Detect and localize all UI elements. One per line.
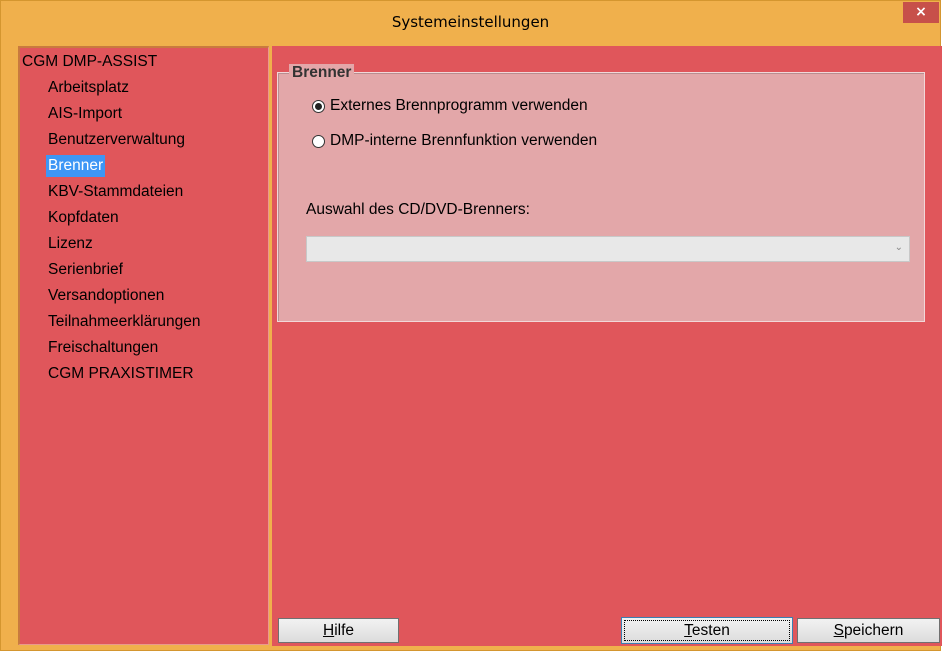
settings-window: Systemeinstellungen × CGM DMP-ASSIST Arb…: [0, 0, 942, 651]
burner-select-label: Auswahl des CD/DVD-Brenners:: [306, 201, 530, 218]
tree-item-cgm-praxistimer[interactable]: CGM PRAXISTIMER: [44, 363, 205, 389]
settings-tree[interactable]: CGM DMP-ASSIST Arbeitsplatz AIS-Import B…: [18, 46, 269, 645]
tree-item-label: Lizenz: [48, 235, 93, 252]
tree-item-label: Benutzerverwaltung: [48, 131, 185, 148]
tree-item-lizenz[interactable]: Lizenz: [44, 233, 205, 259]
tree-item-ais-import[interactable]: AIS-Import: [44, 103, 205, 129]
tree-item-label: Freischaltungen: [48, 339, 159, 356]
help-mnemonic: H: [322, 622, 335, 639]
radio-external-burner[interactable]: Externes Brennprogramm verwenden: [312, 97, 588, 115]
window-title: Systemeinstellungen: [391, 13, 550, 31]
focus-rectangle: [624, 620, 790, 641]
help-button[interactable]: Hilfe: [278, 618, 399, 643]
tree-item-label: Arbeitsplatz: [48, 79, 129, 96]
title-bar[interactable]: Systemeinstellungen ×: [1, 1, 940, 42]
radio-internal-burner[interactable]: DMP-interne Brennfunktion verwenden: [312, 132, 597, 150]
test-button[interactable]: Testen: [621, 617, 793, 644]
groupbox-legend: Brenner: [289, 64, 355, 82]
tree-item-kopfdaten[interactable]: Kopfdaten: [44, 207, 205, 233]
chevron-down-icon[interactable]: ⌄: [895, 242, 903, 253]
tree-item-label: CGM PRAXISTIMER: [48, 365, 194, 382]
tree-item-brenner[interactable]: Brenner: [44, 155, 205, 181]
tree-item-benutzerverwaltung[interactable]: Benutzerverwaltung: [44, 129, 205, 155]
tree-items: Arbeitsplatz AIS-Import Benutzerverwaltu…: [44, 77, 205, 389]
tree-item-label: Serienbrief: [48, 261, 123, 278]
radio-button-unchecked[interactable]: [312, 134, 325, 148]
tree-item-label: Teilnahmeerklärungen: [48, 313, 201, 330]
tree-item-label: Versandoptionen: [48, 287, 165, 304]
brenner-groupbox: Brenner Externes Brennprogramm verwenden…: [277, 64, 925, 322]
radio-label: Externes Brennprogramm verwenden: [330, 97, 588, 114]
tree-item-arbeitsplatz[interactable]: Arbeitsplatz: [44, 77, 205, 103]
tree-item-label: Brenner: [46, 155, 106, 177]
help-label: ilfe: [334, 622, 355, 639]
tree-item-label: Kopfdaten: [48, 209, 119, 226]
tree-item-label: AIS-Import: [48, 105, 123, 122]
tree-item-kbv-stammdateien[interactable]: KBV-Stammdateien: [44, 181, 205, 207]
tree-item-label: KBV-Stammdateien: [48, 183, 184, 200]
tree-root-item[interactable]: CGM DMP-ASSIST: [22, 53, 157, 71]
save-mnemonic: S: [833, 622, 844, 639]
burner-select-dropdown[interactable]: ⌄: [306, 236, 910, 262]
tree-item-teilnahmeerklaerungen[interactable]: Teilnahmeerklärungen: [44, 311, 205, 337]
save-label: peichern: [843, 622, 904, 639]
tree-item-versandoptionen[interactable]: Versandoptionen: [44, 285, 205, 311]
radio-label: DMP-interne Brennfunktion verwenden: [330, 132, 598, 149]
tree-item-serienbrief[interactable]: Serienbrief: [44, 259, 205, 285]
radio-button-checked[interactable]: [312, 99, 325, 113]
tree-item-freischaltungen[interactable]: Freischaltungen: [44, 337, 205, 363]
close-button[interactable]: ×: [903, 2, 939, 23]
save-button[interactable]: Speichern: [797, 618, 940, 643]
settings-content-panel: Brenner Externes Brennprogramm verwenden…: [272, 46, 942, 646]
